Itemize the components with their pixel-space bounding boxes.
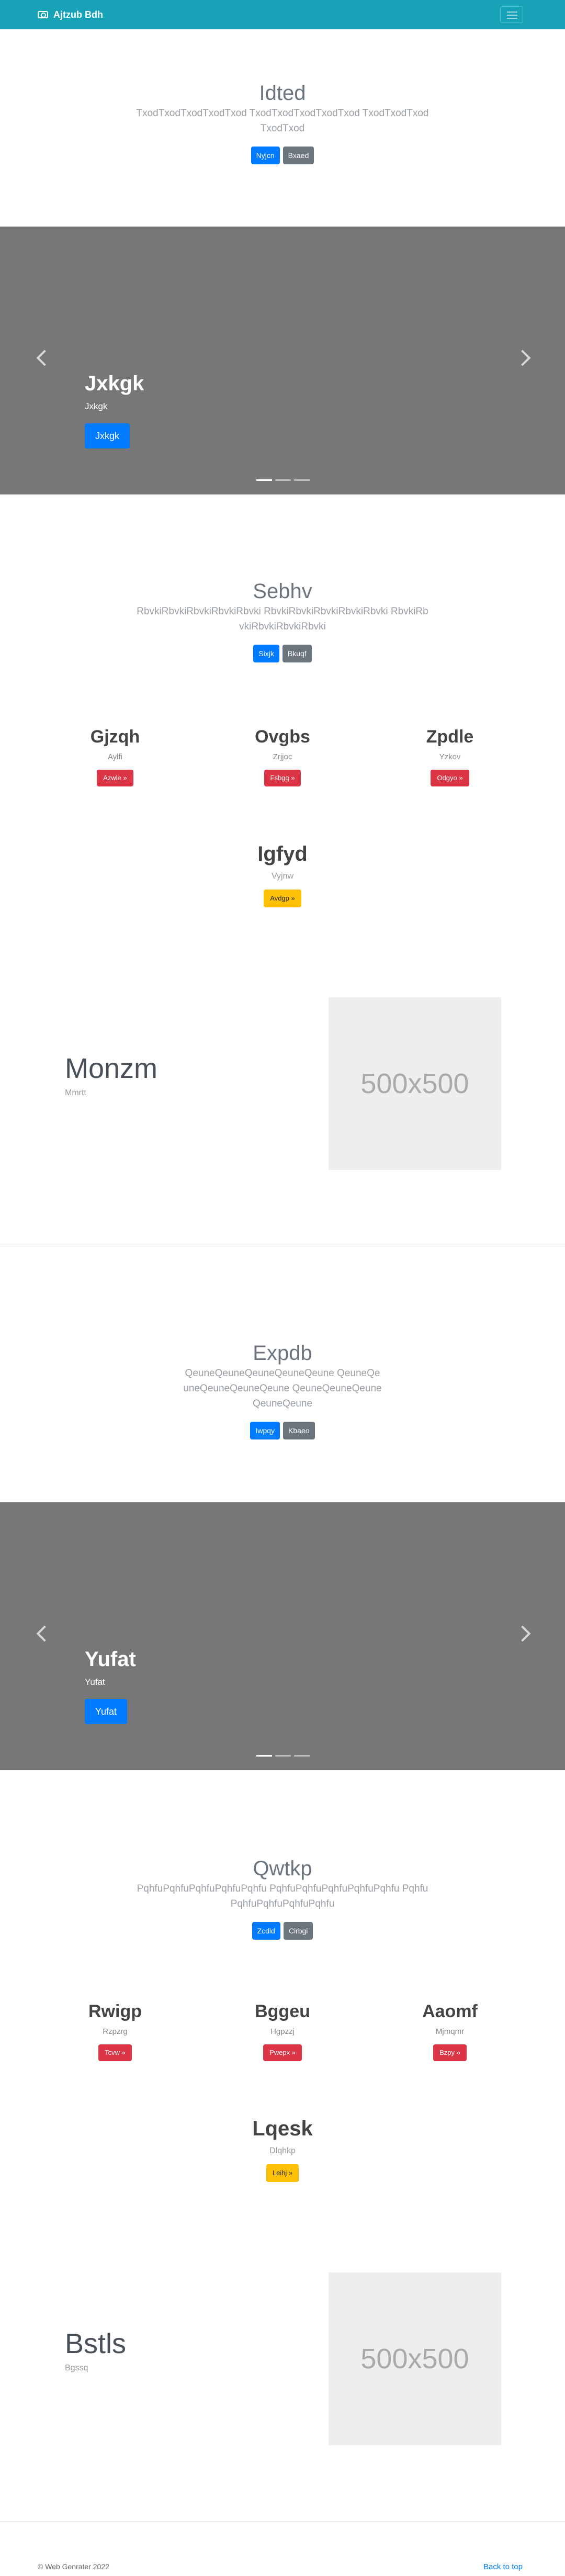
column-text: Rzpzrg [103,2027,128,2036]
column-card: Zpdle Yzkov Odgyo » [366,726,534,786]
hero-title: Sebhv [253,580,312,603]
column-button[interactable]: Azwle » [97,770,133,786]
column-card: Aaomf Mjmqmr Bzpy » [366,2001,534,2061]
column-text: Zrjjoc [273,752,292,761]
brand-label: Ajtzub Bdh [53,9,103,20]
column-button[interactable]: Bzpy » [433,2044,467,2061]
carousel-2: Yufat Yufat Yufat [0,1502,565,1770]
hero-lead: QeuneQeuneQeuneQeuneQeune QeuneQeuneQeun… [183,1368,382,1409]
feature-title: Monzm [65,1053,158,1084]
indicator-1[interactable] [256,479,272,481]
hero-lead: RbvkiRbvkiRbvkiRbvkiRbvki RbvkiRbvkiRbvk… [137,606,428,632]
column-title: Rwigp [88,2001,142,2021]
carousel-indicators [256,1755,310,1757]
hero-primary-button[interactable]: Iwpqy [250,1422,280,1439]
carousel-title: Jxkgk [85,372,144,395]
hero-secondary-button[interactable]: Bxaed [282,147,314,164]
hero-section-2: Sebhv RbvkiRbvkiRbvkiRbvkiRbvki RbvkiRbv… [0,579,565,662]
column-card: Gjzqh Aylfi Azwle » [31,726,199,786]
indicator-2[interactable] [275,1755,291,1757]
column-title: Aaomf [422,2001,478,2021]
indicator-1[interactable] [256,1755,272,1757]
carousel-indicators [256,479,310,481]
column-card: Bggeu Hgpzzj Pwepx » [199,2001,366,2061]
hero-secondary-button[interactable]: Bkuqf [282,645,312,662]
single-text: Vyjnw [271,872,294,881]
hero-primary-button[interactable]: Sixjk [253,645,279,662]
hero-secondary-button[interactable]: Cirbgi [283,1922,313,1940]
column-title: Gjzqh [90,727,140,747]
hero-primary-button[interactable]: Nyjcn [251,147,280,164]
hero-section-1: Idted TxodTxodTxodTxodTxod TxodTxodTxodT… [0,81,565,164]
carousel-prev-icon[interactable] [36,350,53,366]
hero-lead: TxodTxodTxodTxodTxod TxodTxodTxodTxodTxo… [136,108,429,134]
indicator-3[interactable] [294,1755,310,1757]
single-card-2: Lqesk Dlqhkp Leihj » [0,2116,565,2182]
carousel-next-icon[interactable] [514,1625,531,1642]
carousel-text: Yufat [85,1677,105,1687]
column-card: Ovgbs Zrjjoc Fsbgq » [199,726,366,786]
column-text: Mjmqmr [435,2027,465,2036]
single-title: Igfyd [257,842,308,865]
hero-primary-button[interactable]: Zcdld [252,1922,280,1940]
column-title: Ovgbs [255,727,310,747]
single-button[interactable]: Leihj » [266,2164,299,2182]
hero-lead: PqhfuPqhfuPqhfuPqhfuPqhfu PqhfuPqhfuPqhf… [137,1883,428,1909]
footer-copyright: © Web Genrater 2022 [38,2562,109,2571]
brand-link[interactable]: Ajtzub Bdh [38,7,103,22]
indicator-3[interactable] [294,479,310,481]
single-button[interactable]: Avdgp » [264,890,301,907]
hero-title: Expdb [253,1342,312,1365]
column-button[interactable]: Fsbgq » [264,770,301,786]
hero-secondary-button[interactable]: Kbaeo [283,1422,315,1439]
three-column-row-2: Rwigp Rzpzrg Tcvw » Bggeu Hgpzzj Pwepx »… [31,2001,534,2061]
column-title: Bggeu [255,2001,310,2021]
column-button[interactable]: Odgyo » [431,770,469,786]
feature-text: Bgssq [65,2364,88,2372]
carousel-button[interactable]: Yufat [85,1699,128,1724]
hero-section-4: Qwtkp PqhfuPqhfuPqhfuPqhfuPqhfu PqhfuPqh… [0,1856,565,1940]
navbar: Ajtzub Bdh [0,0,565,29]
back-to-top-link[interactable]: Back to top [483,2562,523,2571]
column-text: Hgpzzj [270,2027,295,2036]
single-title: Lqesk [252,2117,313,2140]
column-button[interactable]: Tcvw » [98,2044,132,2061]
feature-title: Bstls [65,2328,127,2359]
feature-text: Mmrtt [65,1088,86,1097]
carousel-text: Jxkgk [85,401,108,411]
navbar-toggler[interactable] [500,6,523,23]
indicator-2[interactable] [275,479,291,481]
camera-icon [38,11,48,18]
carousel-button[interactable]: Jxkgk [85,423,130,448]
hamburger-icon [507,12,517,13]
carousel-caption: Jxkgk Jxkgk Jxkgk [85,371,144,448]
column-text: Yzkov [439,752,461,761]
image-placeholder: 500x500 [329,2273,501,2445]
hero-title: Idted [259,82,306,105]
carousel-title: Yufat [85,1648,136,1671]
hero-title: Qwtkp [253,1857,312,1880]
column-text: Aylfi [107,752,123,761]
carousel-next-icon[interactable] [514,350,531,366]
carousel-prev-icon[interactable] [36,1625,53,1642]
column-card: Rwigp Rzpzrg Tcvw » [31,2001,199,2061]
image-placeholder: 500x500 [329,997,501,1170]
single-card-1: Igfyd Vyjnw Avdgp » [0,841,565,907]
single-text: Dlqhkp [269,2146,296,2155]
carousel-caption: Yufat Yufat Yufat [85,1647,136,1724]
column-button[interactable]: Pwepx » [263,2044,302,2061]
three-column-row-1: Gjzqh Aylfi Azwle » Ovgbs Zrjjoc Fsbgq »… [31,726,534,786]
column-title: Zpdle [426,727,474,747]
carousel-1: Jxkgk Jxkgk Jxkgk [0,227,565,494]
divider [0,2521,565,2522]
hero-section-3: Expdb QeuneQeuneQeuneQeuneQeune QeuneQeu… [0,1341,565,1439]
